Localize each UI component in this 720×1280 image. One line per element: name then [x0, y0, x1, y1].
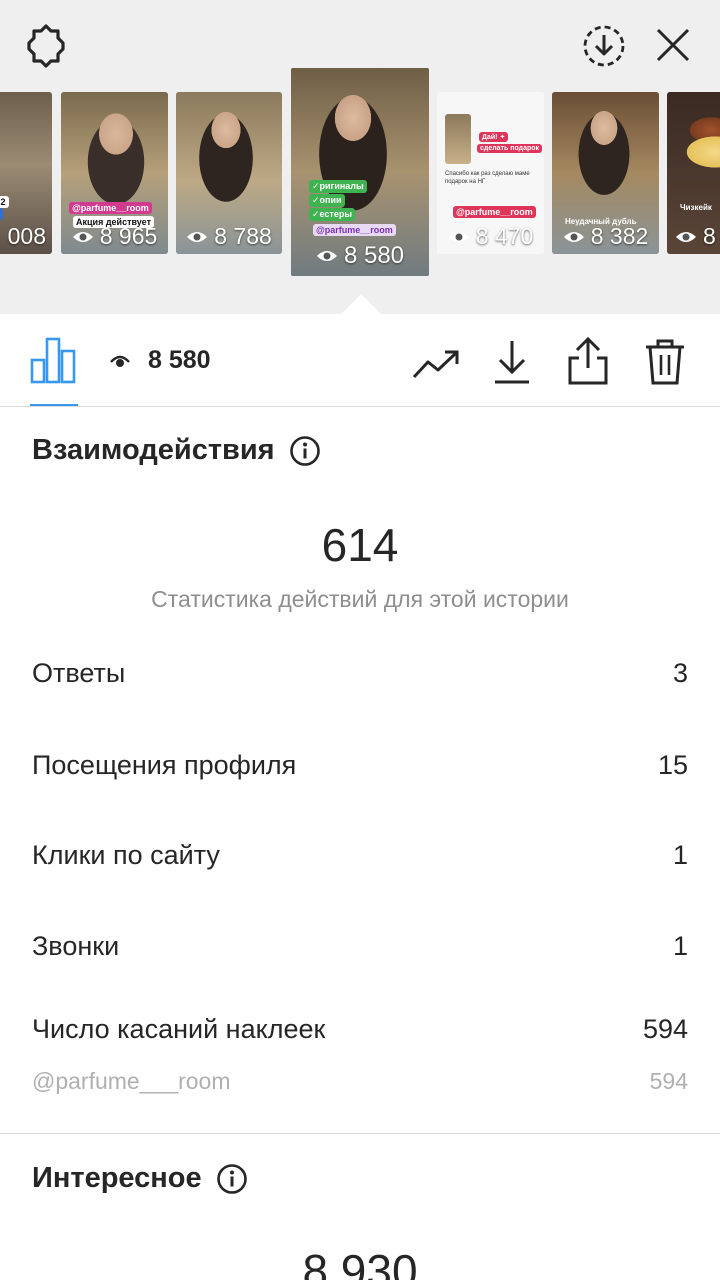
story-thumbnail[interactable]: Дай! ✦ сделать подарок Спасибо как раз с… — [437, 92, 544, 254]
metric-label: Ответы — [32, 658, 126, 688]
metric-row-sticker-taps: Число касаний наклеек 594 — [32, 1014, 688, 1045]
eye-icon — [563, 231, 584, 242]
trash-icon — [646, 339, 684, 385]
mention-sticker: @parfume__room — [453, 206, 536, 218]
insights-tab[interactable] — [30, 336, 76, 406]
discovery-heading: Интересное — [32, 1162, 248, 1195]
download-icon — [495, 341, 529, 384]
metric-value: 3 — [672, 658, 688, 688]
delete-button[interactable] — [642, 336, 688, 388]
metric-value: 15 — [657, 750, 688, 780]
story-thumbnail[interactable]: е 2 008 — [0, 92, 52, 254]
promote-button[interactable] — [410, 342, 462, 386]
story-thumbnails: е 2 008 @parfume__room Акция действует 8… — [0, 0, 720, 314]
discovery-total: 8 930 — [302, 1245, 418, 1280]
save-button[interactable] — [490, 336, 534, 388]
eye-icon — [316, 251, 337, 261]
story-tray: е 2 008 @parfume__room Акция действует 8… — [0, 0, 720, 314]
story-caption: Чизкейк — [680, 203, 712, 212]
story-thumbnail[interactable]: 8 788 — [176, 92, 282, 254]
metric-row-replies: Ответы 3 — [32, 658, 688, 689]
metric-value: 1 — [672, 931, 688, 961]
story-views: 8 470 — [437, 223, 544, 250]
eye-icon — [187, 231, 208, 242]
eye-icon — [72, 231, 93, 242]
story-action-bar: 8 580 — [0, 314, 720, 407]
interactions-title: Взаимодействия — [32, 434, 275, 466]
metric-label: Звонки — [32, 931, 120, 961]
mention-sticker: @parfume__room — [313, 224, 396, 236]
story-views: 8 — [667, 223, 720, 250]
interactions-caption: Статистика действий для этой истории — [151, 586, 569, 612]
eye-icon — [110, 355, 130, 367]
metric-row-website-clicks: Клики по сайту 1 — [32, 840, 688, 871]
story-views: 8 580 — [291, 242, 429, 270]
metric-subrow-sticker: @parfume___room 594 — [32, 1068, 688, 1095]
story-thumbnail-selected[interactable]: ✓ригиналы ✓опии ✓естеры @parfume__room 8… — [291, 68, 429, 276]
info-icon[interactable] — [289, 435, 321, 467]
sticker-mention: @parfume___room — [32, 1068, 231, 1094]
interactions-heading: Взаимодействия — [32, 434, 321, 467]
insights-tab-indicator — [30, 404, 78, 406]
story-views: 8 965 — [61, 223, 168, 250]
section-divider — [0, 1133, 720, 1134]
bar-chart-icon — [30, 337, 76, 384]
metric-row-calls: Звонки 1 — [32, 931, 688, 962]
eye-icon — [676, 231, 696, 242]
metric-row-profile-visits: Посещения профиля 15 — [32, 750, 688, 781]
share-icon — [568, 336, 608, 385]
interactions-total: 614 — [321, 519, 399, 571]
eye-icon — [448, 231, 469, 242]
mention-sticker: @parfume__room — [69, 202, 152, 214]
selected-story-pointer — [341, 294, 381, 314]
story-views: 008 — [7, 223, 46, 249]
story-thumbnail[interactable]: Чизкейк 8 — [667, 92, 720, 254]
share-button[interactable] — [566, 334, 610, 388]
story-thumbnail[interactable]: @parfume__room Акция действует 8 965 — [61, 92, 168, 254]
metric-value: 1 — [672, 840, 688, 870]
metric-value: 594 — [642, 1014, 688, 1044]
metric-label: Посещения профиля — [32, 750, 297, 780]
metric-label: Число касаний наклеек — [32, 1014, 326, 1044]
metric-label: Клики по сайту — [32, 840, 220, 870]
sticker-taps-value: 594 — [649, 1068, 688, 1094]
discovery-title: Интересное — [32, 1162, 202, 1194]
trending-icon — [412, 350, 459, 379]
info-icon[interactable] — [216, 1163, 248, 1195]
story-view-count: 8 580 — [110, 346, 211, 375]
story-views: 8 788 — [176, 223, 282, 250]
story-thumbnail[interactable]: Неудачный дубль 8 382 — [552, 92, 659, 254]
story-views: 8 382 — [552, 223, 659, 250]
